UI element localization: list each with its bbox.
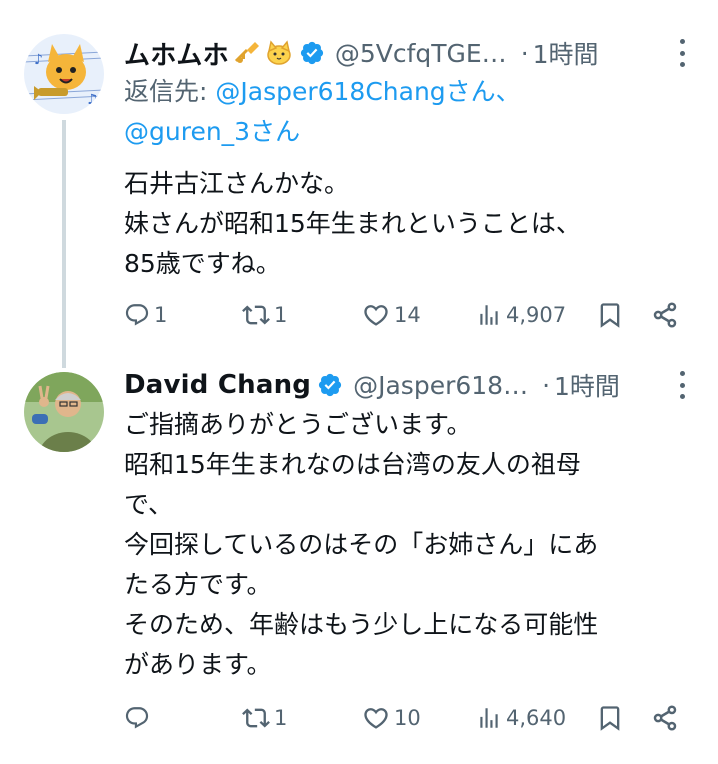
share-button[interactable]: [650, 295, 680, 335]
reply-to-label: 返信先:: [124, 77, 216, 106]
views-button[interactable]: 4,640: [476, 698, 566, 738]
reply-icon: [125, 707, 149, 729]
views-icon: [480, 708, 498, 728]
more-icon[interactable]: [678, 371, 686, 399]
reply-icon: [125, 304, 149, 326]
reply-to-line: 返信先: @Jasper618Changさん、 @guren_3さん: [124, 72, 684, 152]
verified-icon: [317, 372, 343, 398]
tweet-time[interactable]: 1時間: [554, 367, 620, 403]
avatar-david-chang[interactable]: [24, 372, 104, 452]
tweet-text-line: 85歳ですね。: [124, 249, 281, 278]
author-handle[interactable]: @Jasper618…: [353, 371, 528, 400]
tweet-text: 石井古江さんかな。 妹さんが昭和15年生まれということは、 85歳ですね。: [124, 164, 694, 284]
tweet-header: ムホムホ @5VcfqTGE… · 1時間: [124, 33, 718, 73]
tweet-text: ご指摘ありがとうございます。 昭和15年生まれなのは台湾の友人の祖母 で、 今回…: [124, 405, 694, 685]
views-button[interactable]: 4,907: [476, 295, 566, 335]
like-icon: [364, 708, 388, 729]
share-icon: [653, 302, 677, 328]
reply-button[interactable]: [124, 698, 154, 738]
author-name[interactable]: David Chang: [124, 370, 311, 400]
avatar-muhomuho[interactable]: ♪ ♫: [24, 34, 104, 114]
like-button[interactable]: 14: [362, 295, 421, 335]
tweet-text-line: があります。: [124, 650, 272, 679]
tweet-text-line: 妹さんが昭和15年生まれということは、: [124, 209, 581, 238]
retweet-button[interactable]: 1: [242, 698, 287, 738]
thread-connector-line: [62, 120, 66, 368]
tweet-text-line: そのため、年齢はもう少し上になる可能性: [124, 610, 599, 639]
verified-icon: [299, 40, 325, 66]
trumpet-emoji: [233, 39, 261, 67]
bookmark-icon: [600, 303, 620, 328]
cat-face-emoji: [265, 39, 293, 67]
like-count: 14: [394, 303, 421, 327]
tweet-text-line: たる方です。: [124, 570, 272, 599]
tweet-text-line: 今回探しているのはその「お姉さん」にあ: [124, 530, 599, 559]
views-count: 4,907: [506, 303, 567, 327]
bookmark-button[interactable]: [596, 295, 624, 335]
like-icon: [364, 305, 388, 326]
reply-count: 1: [154, 303, 168, 327]
views-icon: [480, 305, 498, 325]
tweet-header: David Chang @Jasper618… · 1時間: [124, 365, 718, 405]
like-count: 10: [394, 706, 421, 730]
retweet-count: 1: [274, 303, 288, 327]
retweet-count: 1: [274, 706, 288, 730]
separator-dot: ·: [520, 38, 529, 68]
tweet-text-line: 石井古江さんかな。: [124, 169, 350, 198]
separator-dot: ·: [542, 370, 551, 400]
reply-mention-guren[interactable]: @guren_3さん: [124, 117, 300, 146]
tweet-actions: 1 10 4,640: [124, 698, 694, 738]
svg-text:♫: ♫: [86, 92, 99, 108]
views-count: 4,640: [506, 706, 567, 730]
share-icon: [653, 705, 677, 731]
bookmark-icon: [600, 706, 620, 731]
reply-mention-jasper[interactable]: @Jasper618Changさん、: [215, 77, 520, 106]
author-name[interactable]: ムホムホ: [124, 35, 229, 72]
tweet-text-line: で、: [124, 490, 174, 519]
retweet-icon: [242, 305, 270, 325]
tweet-time[interactable]: 1時間: [533, 35, 599, 71]
like-button[interactable]: 10: [362, 698, 421, 738]
bookmark-button[interactable]: [596, 698, 624, 738]
share-button[interactable]: [650, 698, 680, 738]
retweet-button[interactable]: 1: [242, 295, 287, 335]
reply-button[interactable]: 1: [124, 295, 167, 335]
tweet-actions: 1 1 14 4,907: [124, 295, 694, 335]
tweet-text-line: 昭和15年生まれなのは台湾の友人の祖母: [124, 450, 581, 479]
svg-text:♪: ♪: [34, 52, 43, 68]
tweet-text-line: ご指摘ありがとうございます。: [124, 410, 472, 439]
author-handle[interactable]: @5VcfqTGE…: [335, 39, 507, 68]
more-icon[interactable]: [678, 39, 686, 67]
retweet-icon: [242, 708, 270, 728]
